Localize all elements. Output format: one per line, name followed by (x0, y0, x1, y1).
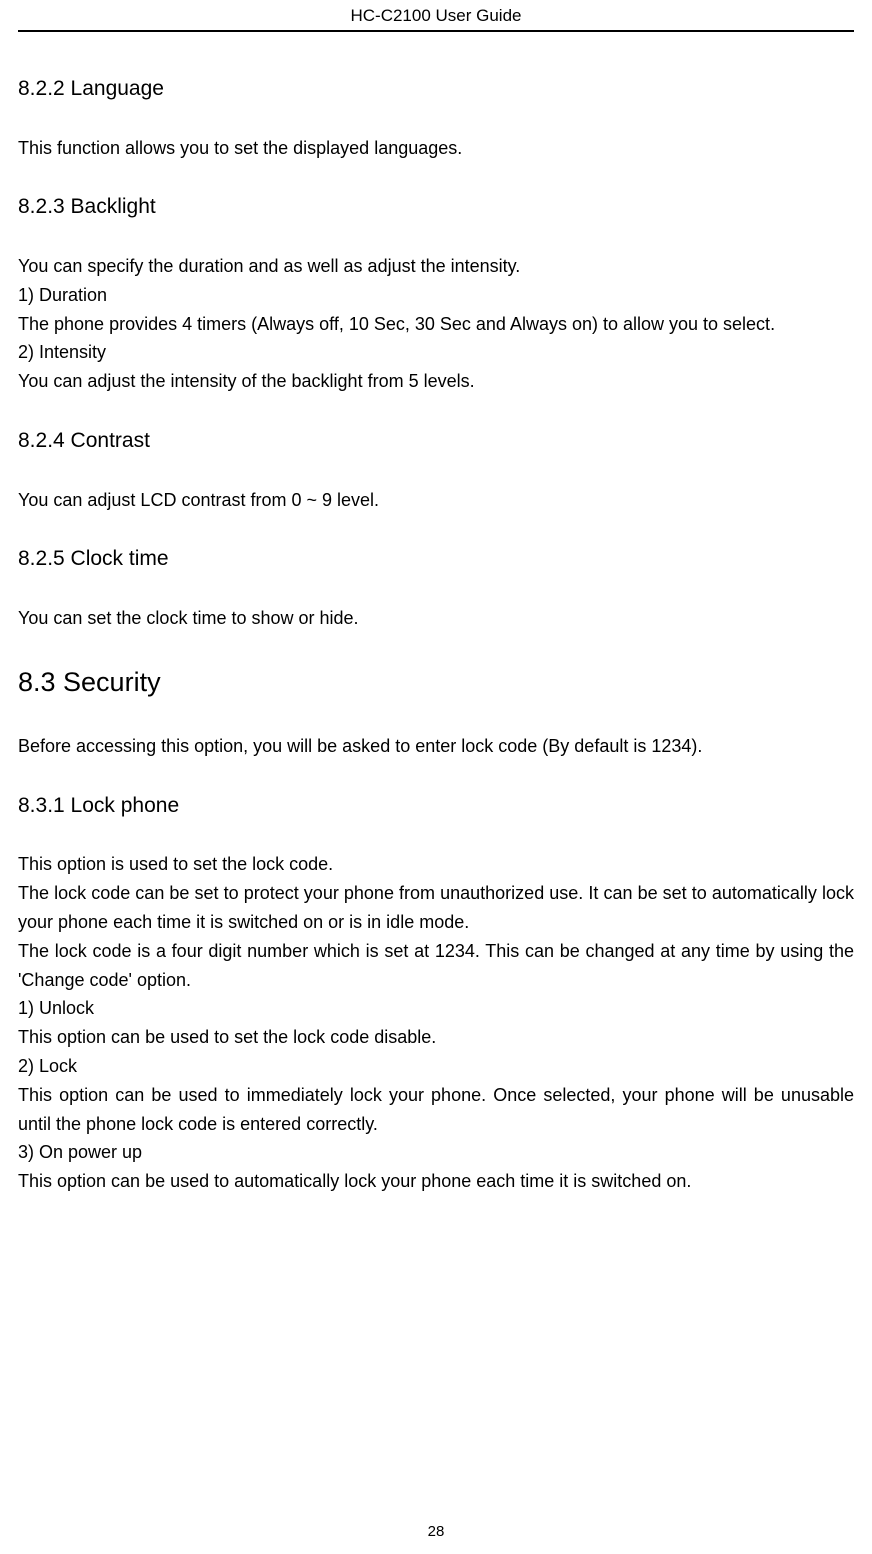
p3-8-3-1: The lock code is a four digit number whi… (18, 937, 854, 995)
item3-label-8-3-1: 3) On power up (18, 1138, 854, 1167)
page-header: HC-C2100 User Guide (18, 0, 854, 32)
heading-8-2-4: 8.2.4 Contrast (18, 424, 854, 458)
item1-label-8-2-3: 1) Duration (18, 281, 854, 310)
heading-8-3: 8.3 Security (18, 661, 854, 704)
item2-body-8-2-3: You can adjust the intensity of the back… (18, 367, 854, 396)
page-container: HC-C2100 User Guide 8.2.2 Language This … (0, 0, 872, 1196)
item1-body-8-2-3: The phone provides 4 timers (Always off,… (18, 310, 854, 339)
page-content: 8.2.2 Language This function allows you … (18, 32, 854, 1196)
item1-body-8-3-1: This option can be used to set the lock … (18, 1023, 854, 1052)
p2-8-3-1: The lock code can be set to protect your… (18, 879, 854, 937)
intro-8-2-3: You can specify the duration and as well… (18, 252, 854, 281)
heading-8-2-5: 8.2.5 Clock time (18, 542, 854, 576)
body-8-2-4: You can adjust LCD contrast from 0 ~ 9 l… (18, 486, 854, 515)
body-8-2-2: This function allows you to set the disp… (18, 134, 854, 163)
heading-8-2-2: 8.2.2 Language (18, 72, 854, 106)
header-title: HC-C2100 User Guide (350, 6, 521, 25)
item1-label-8-3-1: 1) Unlock (18, 994, 854, 1023)
item2-label-8-2-3: 2) Intensity (18, 338, 854, 367)
heading-8-3-1: 8.3.1 Lock phone (18, 789, 854, 823)
item3-body-8-3-1: This option can be used to automatically… (18, 1167, 854, 1196)
p1-8-3-1: This option is used to set the lock code… (18, 850, 854, 879)
heading-8-2-3: 8.2.3 Backlight (18, 190, 854, 224)
body-8-3: Before accessing this option, you will b… (18, 732, 854, 761)
page-number: 28 (428, 1523, 445, 1540)
item2-body-8-3-1: This option can be used to immediately l… (18, 1081, 854, 1139)
item2-label-8-3-1: 2) Lock (18, 1052, 854, 1081)
body-8-2-5: You can set the clock time to show or hi… (18, 604, 854, 633)
page-footer: 28 (0, 1523, 872, 1540)
